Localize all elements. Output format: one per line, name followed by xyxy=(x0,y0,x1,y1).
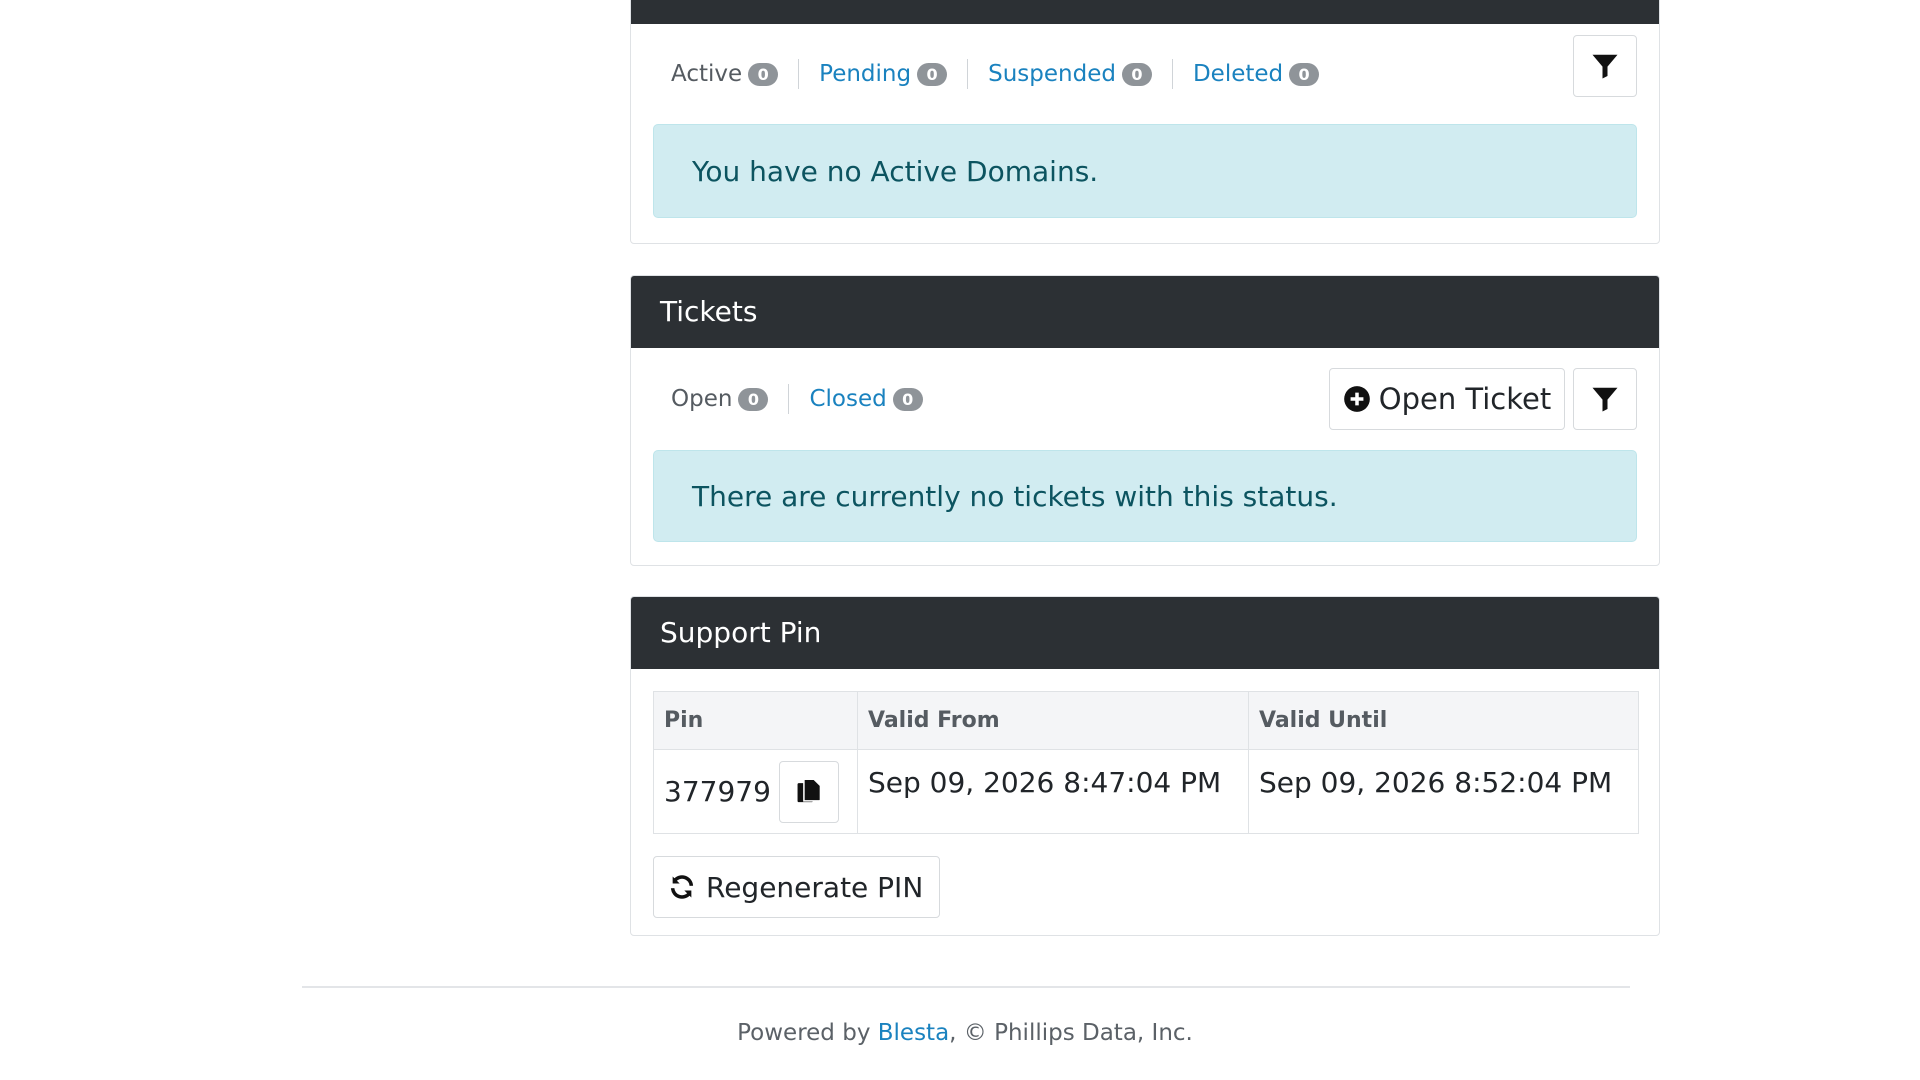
tickets-panel-body: Open 0 Closed 0 Open Ticket There are cu… xyxy=(631,348,1659,564)
open-ticket-label: Open Ticket xyxy=(1378,382,1552,416)
domains-empty-message: You have no Active Domains. xyxy=(692,154,1099,188)
copy-icon xyxy=(797,778,822,802)
tab-deleted[interactable]: Deleted 0 xyxy=(1192,61,1320,87)
domains-empty-alert: You have no Active Domains. xyxy=(653,124,1637,218)
column-header-pin: Pin xyxy=(653,691,858,750)
domains-panel-body: Active 0 Pending 0 Suspended 0 Deleted 0 xyxy=(631,24,1659,240)
footer-divider xyxy=(302,986,1630,988)
plus-circle-icon xyxy=(1343,386,1370,412)
tab-suspended-label: Suspended xyxy=(988,61,1116,87)
valid-until-cell: Sep 09, 2026 8:52:04 PM xyxy=(1248,749,1639,834)
pin-value: 377979 xyxy=(664,775,771,808)
tickets-empty-message: There are currently no tickets with this… xyxy=(692,479,1338,513)
tab-deleted-count: 0 xyxy=(1289,62,1320,86)
column-header-valid-from: Valid From xyxy=(857,691,1249,750)
domains-status-tabs: Active 0 Pending 0 Suspended 0 Deleted 0 xyxy=(653,24,1637,124)
domains-panel-header xyxy=(631,0,1659,24)
tab-divider xyxy=(788,384,790,414)
tickets-filter-button[interactable] xyxy=(1573,368,1637,430)
tab-divider xyxy=(967,59,969,89)
column-header-valid-until: Valid Until xyxy=(1248,691,1639,750)
copy-pin-button[interactable] xyxy=(778,760,839,823)
table-header-row: Pin Valid From Valid Until xyxy=(653,691,1639,750)
support-pin-table: Pin Valid From Valid Until 377979 Sep 09… xyxy=(653,691,1639,834)
tab-active[interactable]: Active 0 xyxy=(671,61,779,87)
tab-suspended-count: 0 xyxy=(1121,62,1152,86)
support-pin-title: Support Pin xyxy=(660,616,822,649)
domains-filter-button[interactable] xyxy=(1573,35,1637,97)
support-pin-panel: Support Pin Pin Valid From Valid Until 3… xyxy=(630,596,1660,936)
tab-closed-count: 0 xyxy=(892,387,923,411)
filter-icon xyxy=(1592,54,1618,79)
tickets-panel-header: Tickets xyxy=(631,276,1659,348)
tab-pending-count: 0 xyxy=(917,62,948,86)
footer-prefix: Powered by xyxy=(737,1020,878,1046)
tickets-title: Tickets xyxy=(660,295,758,328)
tab-closed[interactable]: Closed 0 xyxy=(809,386,923,412)
footer: Powered by Blesta, © Phillips Data, Inc. xyxy=(0,1020,1920,1046)
tab-closed-label: Closed xyxy=(809,386,887,412)
tab-pending[interactable]: Pending 0 xyxy=(819,61,948,87)
tab-suspended[interactable]: Suspended 0 xyxy=(988,61,1152,87)
support-pin-panel-header: Support Pin xyxy=(631,597,1659,669)
tab-pending-label: Pending xyxy=(819,61,912,87)
tab-divider xyxy=(1171,59,1173,89)
tab-deleted-label: Deleted xyxy=(1192,61,1284,87)
filter-icon xyxy=(1592,387,1618,412)
valid-from-cell: Sep 09, 2026 8:47:04 PM xyxy=(857,749,1249,834)
support-pin-panel-body: Pin Valid From Valid Until 377979 Sep 09… xyxy=(631,691,1659,940)
domains-panel: Active 0 Pending 0 Suspended 0 Deleted 0 xyxy=(630,0,1660,244)
regenerate-pin-label: Regenerate PIN xyxy=(706,870,924,904)
tickets-empty-alert: There are currently no tickets with this… xyxy=(653,450,1637,542)
footer-suffix: , © Phillips Data, Inc. xyxy=(949,1020,1193,1046)
tickets-panel: Tickets Open 0 Closed 0 Open Ticket Ther… xyxy=(630,275,1660,566)
tab-open-count: 0 xyxy=(738,387,769,411)
pin-cell: 377979 xyxy=(653,749,858,834)
refresh-icon xyxy=(670,875,694,899)
tab-divider xyxy=(798,59,800,89)
tab-active-count: 0 xyxy=(748,62,779,86)
tab-open-label: Open xyxy=(671,386,733,412)
open-ticket-button[interactable]: Open Ticket xyxy=(1329,368,1565,430)
tab-open[interactable]: Open 0 xyxy=(671,386,769,412)
tab-active-label: Active xyxy=(671,61,743,87)
table-row: 377979 Sep 09, 2026 8:47:04 PM Sep 09, 2… xyxy=(653,749,1639,834)
regenerate-pin-button[interactable]: Regenerate PIN xyxy=(653,856,941,918)
blesta-link[interactable]: Blesta xyxy=(878,1020,949,1046)
